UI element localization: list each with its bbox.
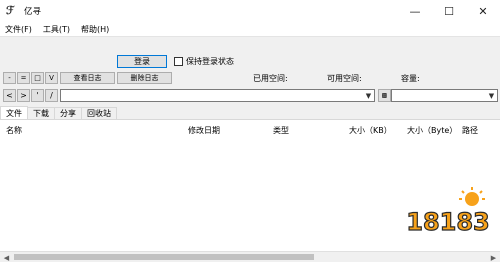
close-icon[interactable]: ✕: [466, 0, 500, 22]
menu-bar: 文件(F) 工具(T) 帮助(H): [0, 22, 500, 36]
chevron-down-icon[interactable]: ▼: [364, 90, 373, 101]
scroll-right-icon[interactable]: ▶: [488, 252, 499, 262]
column-modified-date[interactable]: 修改日期: [188, 125, 220, 136]
toolbar-button-3[interactable]: □: [31, 72, 44, 84]
tab-share[interactable]: 分享: [54, 107, 82, 119]
delete-log-button[interactable]: 删除日志: [117, 72, 172, 84]
column-type[interactable]: 类型: [273, 125, 289, 136]
up-button[interactable]: /: [45, 89, 58, 102]
capacity-label: 容量:: [401, 74, 420, 83]
toolbar: - = □ V 查看日志 删除日志 已用空间: 可用空间: 容量:: [0, 71, 500, 85]
column-size-byte[interactable]: 大小（Byte）: [407, 125, 457, 136]
view-log-button[interactable]: 查看日志: [60, 72, 115, 84]
keep-login-option[interactable]: 保持登录状态: [174, 56, 234, 67]
drive-combobox[interactable]: ▼: [391, 89, 498, 102]
scroll-left-icon[interactable]: ◀: [1, 252, 12, 262]
used-space-label: 已用空间:: [253, 74, 288, 83]
path-combobox[interactable]: ▼: [60, 89, 375, 102]
watermark-text: 18183: [406, 208, 490, 236]
tab-bar: 文件 下载 分享 回收站: [0, 106, 500, 119]
column-name[interactable]: 名称: [6, 125, 22, 136]
feather-logo-icon: ℱ: [6, 4, 15, 17]
column-path[interactable]: 路径: [462, 125, 478, 136]
column-size-kb[interactable]: 大小（KB）: [349, 125, 392, 136]
sun-icon: [459, 187, 485, 206]
minimize-icon[interactable]: —: [398, 0, 432, 22]
menu-help[interactable]: 帮助(H): [76, 24, 115, 35]
control-panel: 登录 保持登录状态 - = □ V 查看日志 删除日志 已用空间: 可用空间: …: [0, 36, 500, 107]
keep-login-label: 保持登录状态: [186, 57, 234, 66]
tab-files[interactable]: 文件: [0, 106, 28, 119]
column-headers: 名称 修改日期 类型 大小（KB） 大小（Byte） 路径: [0, 123, 500, 135]
maximize-icon[interactable]: ☐: [432, 0, 466, 22]
navigation-bar: < > ' / ▼ ▩ ▼: [0, 89, 500, 103]
menu-tools[interactable]: 工具(T): [38, 24, 76, 35]
watermark-logo: 18183: [406, 187, 490, 237]
tab-recycle-bin[interactable]: 回收站: [81, 107, 117, 119]
keep-login-checkbox[interactable]: [174, 57, 183, 66]
login-button[interactable]: 登录: [117, 55, 167, 68]
forward-button[interactable]: >: [17, 89, 30, 102]
toolbar-button-4[interactable]: V: [45, 72, 58, 84]
file-list[interactable]: 名称 修改日期 类型 大小（KB） 大小（Byte） 路径 18183: [0, 119, 500, 252]
refresh-button[interactable]: ': [31, 89, 44, 102]
toolbar-button-1[interactable]: -: [3, 72, 16, 84]
window-title: 亿寻: [24, 7, 42, 17]
title-bar: ℱ 亿寻 — ☐ ✕: [0, 0, 500, 22]
toolbar-button-2[interactable]: =: [17, 72, 30, 84]
scrollbar-thumb[interactable]: [14, 254, 314, 260]
go-icon[interactable]: ▩: [378, 89, 391, 102]
tab-downloads[interactable]: 下载: [27, 107, 55, 119]
back-button[interactable]: <: [3, 89, 16, 102]
menu-file[interactable]: 文件(F): [0, 24, 38, 35]
free-space-label: 可用空间:: [327, 74, 362, 83]
horizontal-scrollbar[interactable]: ◀ ▶: [0, 251, 500, 262]
window-controls: — ☐ ✕: [398, 0, 500, 22]
chevron-down-icon[interactable]: ▼: [487, 90, 496, 101]
